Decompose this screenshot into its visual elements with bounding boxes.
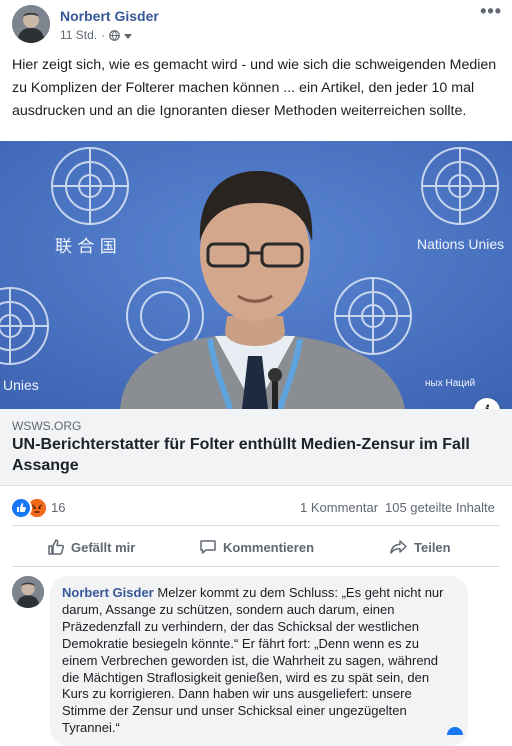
un-emblem-icon xyxy=(51,147,129,225)
commenter-name[interactable]: Norbert Gisder xyxy=(62,585,154,600)
globe-icon xyxy=(109,29,121,41)
like-button[interactable]: Gefällt mir xyxy=(47,530,135,564)
link-title[interactable]: UN-Berichterstatter für Folter enthüllt … xyxy=(12,434,492,476)
like-label: Gefällt mir xyxy=(71,539,136,555)
comment-button[interactable]: Kommentieren xyxy=(199,530,314,564)
commenter-avatar[interactable] xyxy=(12,576,44,608)
comment-text: Melzer kommt zu dem Schluss: „Es geht ni… xyxy=(62,585,444,736)
comment-count[interactable]: 1 Kommentar xyxy=(300,500,378,515)
link-preview[interactable]: WSWS.ORG UN-Berichterstatter für Folter … xyxy=(0,409,512,486)
banner-left-text: Unies xyxy=(3,377,39,393)
like-reaction-icon[interactable] xyxy=(10,497,32,519)
comment-label: Kommentieren xyxy=(223,539,315,555)
link-preview-image[interactable]: 联 合 国 Nations Unies Unies ных Наций xyxy=(0,141,512,409)
banner-bottom-right-text: ных Наций xyxy=(425,378,475,389)
author-avatar[interactable] xyxy=(12,5,50,43)
link-domain: WSWS.ORG xyxy=(12,419,82,433)
post-time[interactable]: 11 Std. xyxy=(60,28,97,42)
share-button[interactable]: Teilen xyxy=(389,530,451,564)
comment-bubble: Norbert Gisder Melzer kommt zu dem Schlu… xyxy=(50,576,468,746)
more-options-icon[interactable]: ••• xyxy=(480,2,502,20)
post-stats: 16 1 Kommentar 105 geteilte Inhalte xyxy=(0,492,512,520)
reaction-count[interactable]: 16 xyxy=(51,500,65,515)
post-text: Hier zeigt sich, wie es gemacht wird - u… xyxy=(12,57,497,119)
banner-right-text: Nations Unies xyxy=(417,236,504,252)
comment-icon xyxy=(200,540,216,554)
share-icon xyxy=(390,540,407,554)
post-header: Norbert Gisder 11 Std. · ••• xyxy=(0,0,512,52)
thumbs-up-icon xyxy=(48,539,65,555)
post-meta: 11 Std. · xyxy=(60,28,133,42)
divider xyxy=(12,566,500,567)
audience-dropdown-icon[interactable] xyxy=(124,33,133,39)
meta-separator: · xyxy=(101,28,106,42)
banner-cjk-text: 联 合 国 xyxy=(55,237,117,257)
author-name[interactable]: Norbert Gisder xyxy=(60,8,159,24)
divider xyxy=(12,525,500,526)
share-count[interactable]: 105 geteilte Inhalte xyxy=(385,500,495,515)
action-bar: Gefällt mir Kommentieren Teilen xyxy=(0,530,512,564)
share-label: Teilen xyxy=(414,539,451,555)
comment-section: Norbert Gisder Melzer kommt zu dem Schlu… xyxy=(0,574,512,746)
